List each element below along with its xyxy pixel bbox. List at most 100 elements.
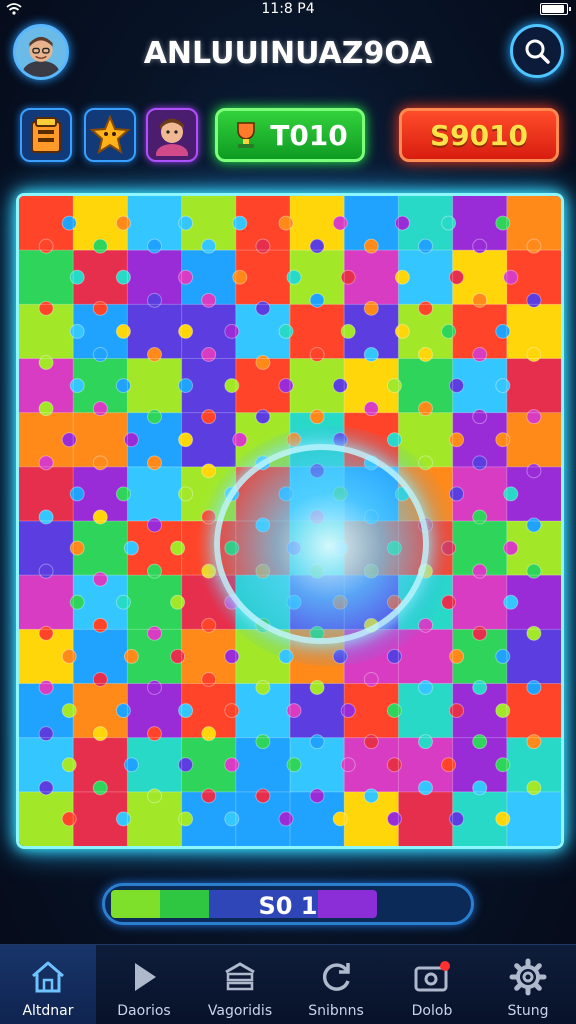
puzzle-knob	[178, 811, 194, 827]
nav-item-home[interactable]: Altdnar	[0, 945, 96, 1024]
puzzle-knob	[170, 594, 186, 610]
nav-item-settings[interactable]: Stung	[480, 945, 576, 1024]
puzzle-knob	[115, 323, 131, 339]
puzzle-knob	[255, 355, 271, 370]
puzzle-knob	[449, 486, 465, 502]
puzzle-knob	[526, 680, 542, 695]
puzzle-knob	[255, 617, 271, 633]
puzzle-knob	[255, 788, 271, 804]
puzzle-piece[interactable]	[127, 358, 183, 414]
puzzle-piece[interactable]	[506, 358, 561, 414]
puzzle-knob	[61, 215, 77, 231]
puzzle-piece[interactable]	[398, 629, 454, 684]
puzzle-knob	[38, 509, 54, 525]
puzzle-knob	[286, 540, 302, 556]
puzzle-knob	[224, 648, 240, 664]
puzzle-knob	[92, 238, 108, 254]
puzzle-knob	[224, 540, 240, 556]
puzzle-knob	[38, 455, 54, 471]
puzzle-knob	[92, 617, 108, 633]
puzzle-knob	[386, 594, 402, 610]
puzzle-knob	[38, 300, 54, 316]
score-value: S9010	[429, 118, 529, 152]
puzzle-knob	[147, 788, 162, 804]
treasure-box-button[interactable]	[20, 108, 72, 162]
puzzle-knob	[286, 432, 302, 448]
nav-item-camera[interactable]: Dolob	[384, 945, 480, 1024]
puzzle-piece[interactable]	[127, 466, 183, 522]
puzzle-knob	[472, 625, 488, 641]
puzzle-knob	[201, 347, 217, 362]
puzzle-knob	[178, 703, 194, 719]
puzzle-knob	[38, 238, 54, 254]
puzzle-knob	[418, 617, 433, 633]
puzzle-knob	[332, 594, 348, 610]
puzzle-knob	[363, 347, 379, 362]
puzzle-knob	[472, 292, 488, 308]
nav-label-refresh: Snibnns	[308, 1003, 364, 1019]
puzzle-knob	[309, 788, 325, 804]
puzzle-knob	[441, 757, 457, 773]
puzzle-knob	[449, 703, 465, 719]
puzzle-knob	[386, 703, 402, 719]
puzzle-knob	[69, 269, 85, 285]
puzzle-knob	[386, 811, 402, 827]
puzzle-knob	[332, 648, 348, 664]
puzzle-knob	[123, 757, 139, 773]
status-bar: 11:8 P4	[0, 0, 576, 20]
character-portrait-button[interactable]	[146, 108, 198, 162]
puzzle-knob	[255, 409, 271, 425]
puzzle-knob	[178, 323, 194, 339]
puzzle-knob	[115, 703, 131, 719]
puzzle-knob	[309, 563, 325, 579]
puzzle-piece[interactable]	[398, 791, 454, 846]
home-icon	[32, 961, 64, 993]
puzzle-knob	[363, 734, 379, 750]
search-button[interactable]	[510, 24, 564, 78]
puzzle-knob	[363, 617, 379, 633]
puzzle-knob	[418, 238, 433, 254]
puzzle-knob	[92, 571, 108, 587]
nav-item-play[interactable]: Daorios	[96, 945, 192, 1024]
nav-item-stack[interactable]: Vagoridis	[192, 945, 288, 1024]
character-portrait-icon	[156, 118, 188, 156]
puzzle-knob	[418, 734, 433, 750]
puzzle-knob	[526, 292, 542, 308]
progress-label: S0 1	[258, 892, 318, 920]
puzzle-piece[interactable]	[19, 575, 74, 630]
puzzle-knob	[38, 780, 54, 796]
puzzle-knob	[418, 347, 433, 362]
puzzle-knob	[526, 780, 542, 796]
puzzle-knob	[115, 215, 131, 231]
puzzle-knob	[340, 757, 356, 773]
puzzle-knob	[224, 486, 240, 502]
puzzle-knob	[386, 757, 402, 773]
puzzle-knob	[92, 347, 108, 362]
puzzle-knob	[503, 486, 519, 502]
puzzle-knob	[332, 486, 348, 502]
puzzle-grid[interactable]	[19, 196, 561, 846]
gear-icon	[509, 958, 547, 996]
puzzle-knob	[255, 300, 271, 316]
puzzle-piece[interactable]	[452, 575, 508, 630]
puzzle-knob	[309, 509, 325, 525]
puzzle-knob	[147, 409, 162, 425]
puzzle-knob	[340, 703, 356, 719]
puzzle-knob	[309, 680, 325, 695]
trophy-counter[interactable]: T010	[215, 108, 365, 162]
star-character-button[interactable]	[84, 108, 136, 162]
puzzle-knob	[201, 463, 217, 479]
puzzle-knob	[495, 648, 511, 664]
puzzle-knob	[340, 269, 356, 285]
puzzle-board[interactable]	[16, 193, 564, 849]
play-icon	[135, 963, 156, 991]
puzzle-knob	[472, 347, 488, 362]
puzzle-knob	[495, 757, 511, 773]
score-counter[interactable]: S9010	[399, 108, 559, 162]
puzzle-knob	[526, 347, 542, 362]
trophy-count: T010	[270, 118, 348, 152]
puzzle-knob	[147, 625, 162, 641]
nav-item-refresh[interactable]: Snibnns	[288, 945, 384, 1024]
puzzle-piece[interactable]	[506, 791, 561, 846]
puzzle-piece[interactable]	[19, 250, 74, 305]
